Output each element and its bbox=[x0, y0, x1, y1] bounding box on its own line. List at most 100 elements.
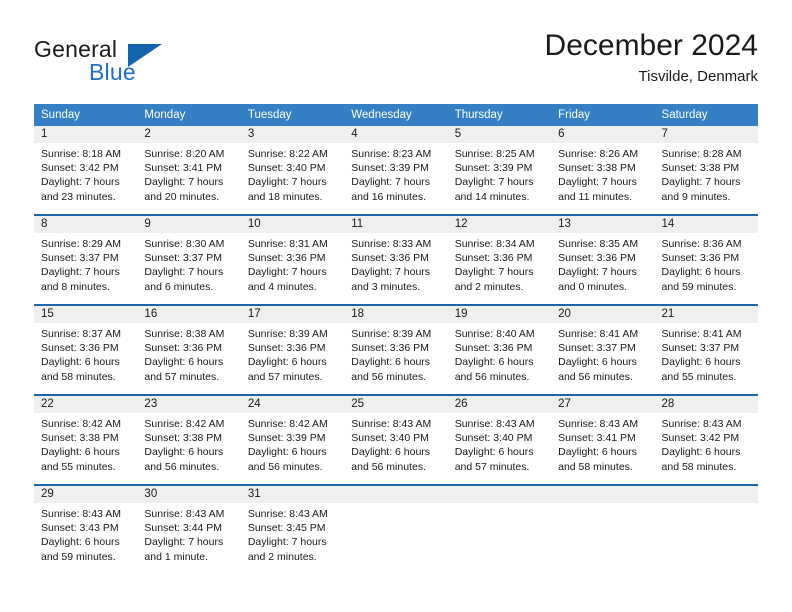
day-cell[interactable]: 16 Sunrise: 8:38 AM Sunset: 3:36 PM Dayl… bbox=[137, 306, 241, 386]
general-blue-logo: General Blue bbox=[34, 36, 244, 92]
day-cell[interactable]: 29 Sunrise: 8:43 AM Sunset: 3:43 PM Dayl… bbox=[34, 486, 138, 566]
day-cell[interactable]: 13 Sunrise: 8:35 AM Sunset: 3:36 PM Dayl… bbox=[551, 216, 655, 296]
week-row: 22 Sunrise: 8:42 AM Sunset: 3:38 PM Dayl… bbox=[34, 394, 758, 476]
sunrise-text: Sunrise: 8:26 AM bbox=[558, 148, 639, 160]
day-details: Sunrise: 8:37 AM Sunset: 3:36 PM Dayligh… bbox=[34, 323, 137, 384]
daylight-text-line2: and 0 minutes. bbox=[558, 280, 627, 293]
sunrise-text: Sunrise: 8:38 AM bbox=[144, 328, 225, 340]
daylight-text-line1: Daylight: 6 hours bbox=[558, 356, 637, 369]
day-cell[interactable]: 21 Sunrise: 8:41 AM Sunset: 3:37 PM Dayl… bbox=[654, 306, 758, 386]
sunset-text: Sunset: 3:40 PM bbox=[351, 432, 429, 445]
page-header: General Blue December 2024 Tisvilde, Den… bbox=[34, 28, 758, 94]
day-cell[interactable]: 26 Sunrise: 8:43 AM Sunset: 3:40 PM Dayl… bbox=[447, 396, 552, 476]
day-cell[interactable]: 31 Sunrise: 8:43 AM Sunset: 3:45 PM Dayl… bbox=[240, 486, 345, 566]
sunset-text: Sunset: 3:36 PM bbox=[558, 252, 636, 265]
daylight-text-line2: and 56 minutes. bbox=[351, 460, 426, 473]
sunset-text: Sunset: 3:38 PM bbox=[144, 432, 223, 445]
day-cell-empty bbox=[654, 486, 758, 566]
day-number: 1 bbox=[34, 126, 138, 143]
day-number: 17 bbox=[240, 306, 345, 323]
sunset-text: Sunset: 3:41 PM bbox=[144, 162, 223, 175]
day-cell[interactable]: 28 Sunrise: 8:43 AM Sunset: 3:42 PM Dayl… bbox=[654, 396, 758, 476]
calendar-page: General Blue December 2024 Tisvilde, Den… bbox=[0, 0, 792, 612]
daylight-text-line1: Daylight: 6 hours bbox=[351, 446, 431, 459]
sunset-text: Sunset: 3:40 PM bbox=[454, 432, 533, 445]
day-cell[interactable]: 18 Sunrise: 8:39 AM Sunset: 3:36 PM Dayl… bbox=[344, 306, 448, 386]
day-number: 9 bbox=[137, 216, 241, 233]
day-cell[interactable]: 24 Sunrise: 8:42 AM Sunset: 3:39 PM Dayl… bbox=[240, 396, 345, 476]
day-details: Sunrise: 8:42 AM Sunset: 3:38 PM Dayligh… bbox=[34, 413, 137, 474]
weekday-header-monday: Monday bbox=[144, 109, 186, 121]
day-cell[interactable]: 9 Sunrise: 8:30 AM Sunset: 3:37 PM Dayli… bbox=[137, 216, 241, 296]
sunset-text: Sunset: 3:37 PM bbox=[144, 252, 223, 265]
day-cell[interactable]: 25 Sunrise: 8:43 AM Sunset: 3:40 PM Dayl… bbox=[344, 396, 448, 476]
day-cell[interactable]: 27 Sunrise: 8:43 AM Sunset: 3:41 PM Dayl… bbox=[551, 396, 655, 476]
weekday-header-tuesday: Tuesday bbox=[247, 109, 292, 121]
day-cell[interactable]: 1 Sunrise: 8:18 AM Sunset: 3:42 PM Dayli… bbox=[34, 126, 138, 206]
weekday-header-wednesday: Wednesday bbox=[351, 109, 412, 121]
day-cell[interactable]: 23 Sunrise: 8:42 AM Sunset: 3:38 PM Dayl… bbox=[137, 396, 241, 476]
day-cell[interactable]: 7 Sunrise: 8:28 AM Sunset: 3:38 PM Dayli… bbox=[654, 126, 758, 206]
daylight-text-line1: Daylight: 6 hours bbox=[41, 356, 120, 369]
daylight-text-line2: and 4 minutes. bbox=[247, 280, 317, 293]
day-cell[interactable]: 5 Sunrise: 8:25 AM Sunset: 3:39 PM Dayli… bbox=[447, 126, 552, 206]
daylight-text-line1: Daylight: 7 hours bbox=[558, 266, 637, 279]
day-cell[interactable]: 8 Sunrise: 8:29 AM Sunset: 3:37 PM Dayli… bbox=[34, 216, 138, 296]
sunrise-text: Sunrise: 8:34 AM bbox=[454, 238, 535, 250]
daylight-text-line1: Daylight: 6 hours bbox=[661, 266, 741, 279]
sunrise-text: Sunrise: 8:43 AM bbox=[558, 418, 639, 430]
daylight-text-line1: Daylight: 7 hours bbox=[247, 176, 327, 189]
day-cell[interactable]: 11 Sunrise: 8:33 AM Sunset: 3:36 PM Dayl… bbox=[344, 216, 448, 296]
day-cell[interactable]: 17 Sunrise: 8:39 AM Sunset: 3:36 PM Dayl… bbox=[240, 306, 345, 386]
day-number: 31 bbox=[240, 486, 345, 503]
sunset-text: Sunset: 3:36 PM bbox=[454, 252, 533, 265]
daylight-text-line1: Daylight: 7 hours bbox=[351, 266, 431, 279]
sunrise-text: Sunrise: 8:41 AM bbox=[558, 328, 639, 340]
day-cell[interactable]: 15 Sunrise: 8:37 AM Sunset: 3:36 PM Dayl… bbox=[34, 306, 138, 386]
daylight-text-line2: and 23 minutes. bbox=[41, 190, 116, 203]
day-details: Sunrise: 8:22 AM Sunset: 3:40 PM Dayligh… bbox=[241, 143, 344, 204]
day-details: Sunrise: 8:20 AM Sunset: 3:41 PM Dayligh… bbox=[137, 143, 240, 204]
day-cell[interactable]: 6 Sunrise: 8:26 AM Sunset: 3:38 PM Dayli… bbox=[551, 126, 655, 206]
daylight-text-line1: Daylight: 6 hours bbox=[661, 356, 741, 369]
sunrise-text: Sunrise: 8:23 AM bbox=[351, 148, 432, 160]
day-cell[interactable]: 12 Sunrise: 8:34 AM Sunset: 3:36 PM Dayl… bbox=[447, 216, 552, 296]
sunset-text: Sunset: 3:36 PM bbox=[41, 342, 119, 355]
sunset-text: Sunset: 3:42 PM bbox=[41, 162, 119, 175]
daylight-text-line2: and 16 minutes. bbox=[351, 190, 426, 203]
calendar-grid: Sunday Monday Tuesday Wednesday Thursday… bbox=[34, 104, 758, 566]
day-cell[interactable]: 19 Sunrise: 8:40 AM Sunset: 3:36 PM Dayl… bbox=[447, 306, 552, 386]
day-number bbox=[447, 486, 552, 503]
sunset-text: Sunset: 3:39 PM bbox=[247, 432, 326, 445]
day-details: Sunrise: 8:43 AM Sunset: 3:43 PM Dayligh… bbox=[34, 503, 137, 564]
sunset-text: Sunset: 3:43 PM bbox=[41, 522, 119, 535]
sunrise-text: Sunrise: 8:39 AM bbox=[247, 328, 328, 340]
daylight-text-line1: Daylight: 6 hours bbox=[247, 446, 327, 459]
day-cell[interactable]: 22 Sunrise: 8:42 AM Sunset: 3:38 PM Dayl… bbox=[34, 396, 138, 476]
day-cell[interactable]: 10 Sunrise: 8:31 AM Sunset: 3:36 PM Dayl… bbox=[240, 216, 345, 296]
week-row: 15 Sunrise: 8:37 AM Sunset: 3:36 PM Dayl… bbox=[34, 304, 758, 386]
sunset-text: Sunset: 3:36 PM bbox=[351, 342, 429, 355]
daylight-text-line2: and 18 minutes. bbox=[247, 190, 323, 203]
sunrise-text: Sunrise: 8:31 AM bbox=[247, 238, 328, 250]
sunrise-text: Sunrise: 8:33 AM bbox=[351, 238, 432, 250]
day-cell[interactable]: 4 Sunrise: 8:23 AM Sunset: 3:39 PM Dayli… bbox=[344, 126, 448, 206]
day-details: Sunrise: 8:39 AM Sunset: 3:36 PM Dayligh… bbox=[241, 323, 344, 384]
day-cell[interactable]: 14 Sunrise: 8:36 AM Sunset: 3:36 PM Dayl… bbox=[654, 216, 758, 296]
sunrise-text: Sunrise: 8:43 AM bbox=[661, 418, 742, 430]
daylight-text-line2: and 59 minutes. bbox=[41, 550, 116, 563]
sunrise-text: Sunrise: 8:35 AM bbox=[558, 238, 639, 250]
daylight-text-line2: and 58 minutes. bbox=[661, 460, 737, 473]
day-cell[interactable]: 2 Sunrise: 8:20 AM Sunset: 3:41 PM Dayli… bbox=[137, 126, 241, 206]
daylight-text-line2: and 55 minutes. bbox=[661, 370, 737, 383]
day-number: 28 bbox=[654, 396, 758, 413]
sunset-text: Sunset: 3:38 PM bbox=[41, 432, 119, 445]
daylight-text-line1: Daylight: 7 hours bbox=[247, 266, 327, 279]
daylight-text-line2: and 2 minutes. bbox=[454, 280, 524, 293]
day-cell[interactable]: 20 Sunrise: 8:41 AM Sunset: 3:37 PM Dayl… bbox=[551, 306, 655, 386]
day-number: 4 bbox=[344, 126, 448, 143]
sunset-text: Sunset: 3:38 PM bbox=[558, 162, 636, 175]
day-cell[interactable]: 30 Sunrise: 8:43 AM Sunset: 3:44 PM Dayl… bbox=[137, 486, 241, 566]
day-cell[interactable]: 3 Sunrise: 8:22 AM Sunset: 3:40 PM Dayli… bbox=[240, 126, 345, 206]
sunrise-text: Sunrise: 8:36 AM bbox=[661, 238, 742, 250]
